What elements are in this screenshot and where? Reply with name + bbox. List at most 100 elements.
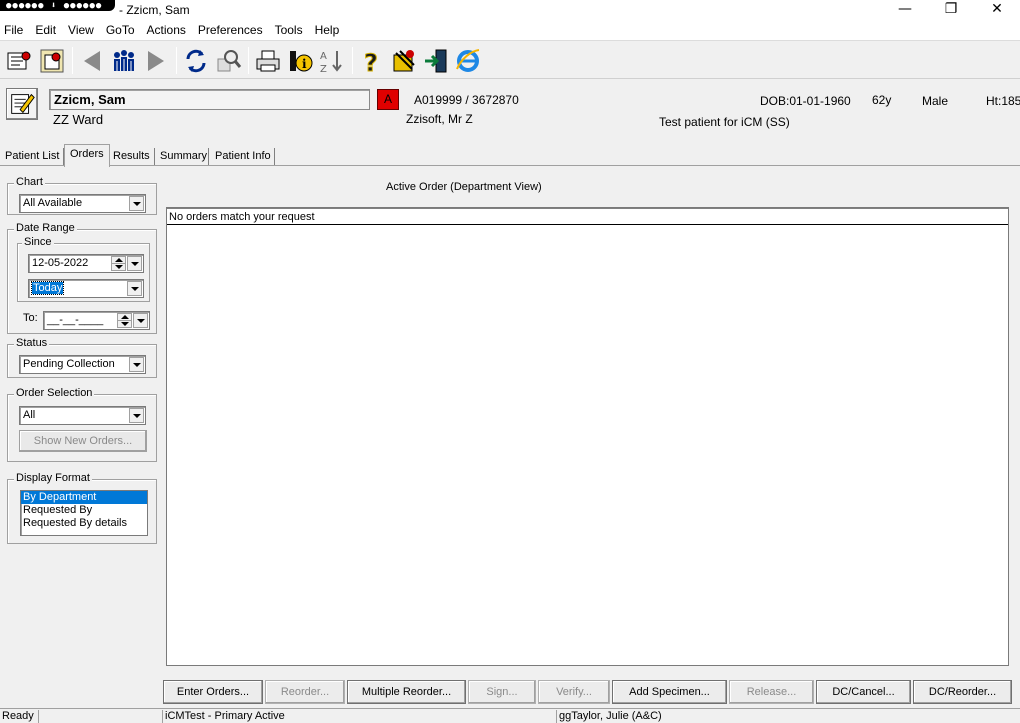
status-bar: Ready iCMTest - Primary Active ggTaylor,… xyxy=(0,708,1020,723)
to-date-value: __-__-____ xyxy=(47,314,104,326)
sign-button[interactable]: Sign... xyxy=(468,680,536,704)
patient-list-icon[interactable] xyxy=(5,47,33,75)
chevron-down-icon[interactable] xyxy=(127,256,142,271)
svg-text:i: i xyxy=(302,57,307,71)
status-blank xyxy=(38,710,162,723)
chart-select-value: All Available xyxy=(23,197,83,209)
spin-down-icon[interactable] xyxy=(111,263,126,271)
menu-preferences[interactable]: Preferences xyxy=(192,20,269,37)
since-date-field[interactable]: 12-05-2022 xyxy=(28,254,144,273)
add-specimen-button[interactable]: Add Specimen... xyxy=(612,680,727,704)
chart-group-label: Chart xyxy=(14,176,45,188)
chevron-down-icon[interactable] xyxy=(129,196,144,211)
reorder-button[interactable]: Reorder... xyxy=(265,680,345,704)
patient-height: Ht:185 xyxy=(986,94,1020,108)
to-date-field[interactable]: __-__-____ xyxy=(43,311,150,330)
status-user: ggTaylor, Julie (A&C) xyxy=(556,710,1020,723)
chevron-down-icon[interactable] xyxy=(127,281,142,296)
since-label: Since xyxy=(22,236,54,248)
date-range-group: Date Range Since 12-05-2022 Today To: __… xyxy=(7,222,157,334)
tab-summary[interactable]: Summary xyxy=(155,147,212,166)
status-environment: iCMTest - Primary Active xyxy=(162,710,556,723)
edit-patient-button[interactable] xyxy=(6,88,38,120)
print-icon[interactable] xyxy=(254,47,282,75)
orders-view-title: Active Order (Department View) xyxy=(386,181,542,193)
order-selection-select[interactable]: All xyxy=(19,406,146,425)
notepad-edit-icon xyxy=(11,93,35,114)
patient-select-icon[interactable] xyxy=(38,47,66,75)
status-state: Ready xyxy=(2,710,34,722)
allergy-badge[interactable]: A xyxy=(377,89,399,110)
status-group-label: Status xyxy=(14,337,50,349)
order-selection-group: Order Selection All Show New Orders... xyxy=(7,387,157,462)
tab-patient-info[interactable]: Patient Info xyxy=(210,147,276,166)
minimize-button[interactable]: — xyxy=(882,0,928,20)
patient-doctor: Zzisoft, Mr Z xyxy=(406,112,473,126)
tab-patient-list[interactable]: Patient List xyxy=(0,147,64,166)
chevron-down-icon[interactable] xyxy=(129,408,144,423)
patient-ids: A019999 / 3672870 xyxy=(414,93,519,107)
since-preset-select[interactable]: Today xyxy=(28,279,144,298)
status-select-value: Pending Collection xyxy=(23,358,115,370)
dc-cancel-button[interactable]: DC/Cancel... xyxy=(816,680,911,704)
internet-explorer-icon[interactable] xyxy=(454,47,482,75)
title-badge: ●●●●●● ⬇ ●●●●●● xyxy=(0,0,115,11)
svg-text:A: A xyxy=(320,51,327,62)
sort-icon[interactable]: AZ xyxy=(318,47,346,75)
chart-select[interactable]: All Available xyxy=(19,194,146,213)
display-format-list[interactable]: By Department Requested By Requested By … xyxy=(20,490,148,536)
patient-age: 62y xyxy=(872,93,892,107)
chevron-down-icon[interactable] xyxy=(133,313,148,328)
chevron-down-icon[interactable] xyxy=(129,357,144,372)
help-icon[interactable]: ? xyxy=(358,47,386,78)
toolbar: i AZ ? xyxy=(0,42,1020,79)
menu-help[interactable]: Help xyxy=(309,20,346,37)
enter-orders-button[interactable]: Enter Orders... xyxy=(163,680,263,704)
orders-list[interactable]: No orders match your request xyxy=(166,207,1009,666)
people-icon[interactable] xyxy=(110,47,138,75)
menu-edit[interactable]: Edit xyxy=(29,20,62,37)
info-icon[interactable]: i xyxy=(286,47,314,75)
chart-group: Chart All Available xyxy=(7,176,157,215)
close-button[interactable]: ✕ xyxy=(974,0,1020,20)
menu-actions[interactable]: Actions xyxy=(141,20,192,37)
settings-icon[interactable] xyxy=(390,47,418,75)
patient-sex: Male xyxy=(922,94,949,108)
status-select[interactable]: Pending Collection xyxy=(19,355,146,374)
list-item[interactable]: Requested By xyxy=(21,504,147,517)
menu-tools[interactable]: Tools xyxy=(269,20,309,37)
menu-file[interactable]: File xyxy=(0,20,29,37)
list-item[interactable]: By Department xyxy=(21,491,147,504)
tab-orders[interactable]: Orders xyxy=(64,144,110,167)
tab-results[interactable]: Results xyxy=(108,147,155,166)
date-range-label: Date Range xyxy=(14,222,77,234)
order-selection-label: Order Selection xyxy=(14,387,95,399)
display-format-label: Display Format xyxy=(14,472,92,484)
patient-ward: ZZ Ward xyxy=(53,112,104,127)
release-button[interactable]: Release... xyxy=(729,680,814,704)
svg-text:?: ? xyxy=(364,49,378,75)
title-bar: ●●●●●● ⬇ ●●●●●● - Zzicm, Sam — ❐ ✕ xyxy=(0,0,1020,20)
list-item[interactable]: Requested By details xyxy=(21,517,147,530)
title-badge-text: ●●●●●● ⬇ ●●●●●● xyxy=(6,1,103,11)
forward-arrow-icon[interactable] xyxy=(142,47,170,75)
menu-goto[interactable]: GoTo xyxy=(100,20,141,37)
back-arrow-icon[interactable] xyxy=(78,47,106,75)
status-group: Status Pending Collection xyxy=(7,337,157,378)
since-date-value: 12-05-2022 xyxy=(32,257,89,269)
menu-view[interactable]: View xyxy=(62,20,100,37)
window-title: - Zzicm, Sam xyxy=(119,3,190,17)
dc-reorder-button[interactable]: DC/Reorder... xyxy=(913,680,1012,704)
restore-button[interactable]: ❐ xyxy=(928,0,974,20)
orders-empty-message: No orders match your request xyxy=(167,208,1008,225)
menu-bar: File Edit View GoTo Actions Preferences Tools H… xyxy=(0,20,1020,41)
multiple-reorder-button[interactable]: Multiple Reorder... xyxy=(347,680,466,704)
show-new-orders-button[interactable]: Show New Orders... xyxy=(19,430,147,452)
verify-button[interactable]: Verify... xyxy=(538,680,610,704)
refresh-icon[interactable] xyxy=(182,47,210,75)
svg-text:Z: Z xyxy=(320,64,327,75)
spin-down-icon[interactable] xyxy=(117,320,132,328)
search-icon[interactable] xyxy=(214,47,242,75)
tab-strip: Patient List Orders Results Summary Pati… xyxy=(0,144,1020,167)
exit-icon[interactable] xyxy=(422,47,450,75)
